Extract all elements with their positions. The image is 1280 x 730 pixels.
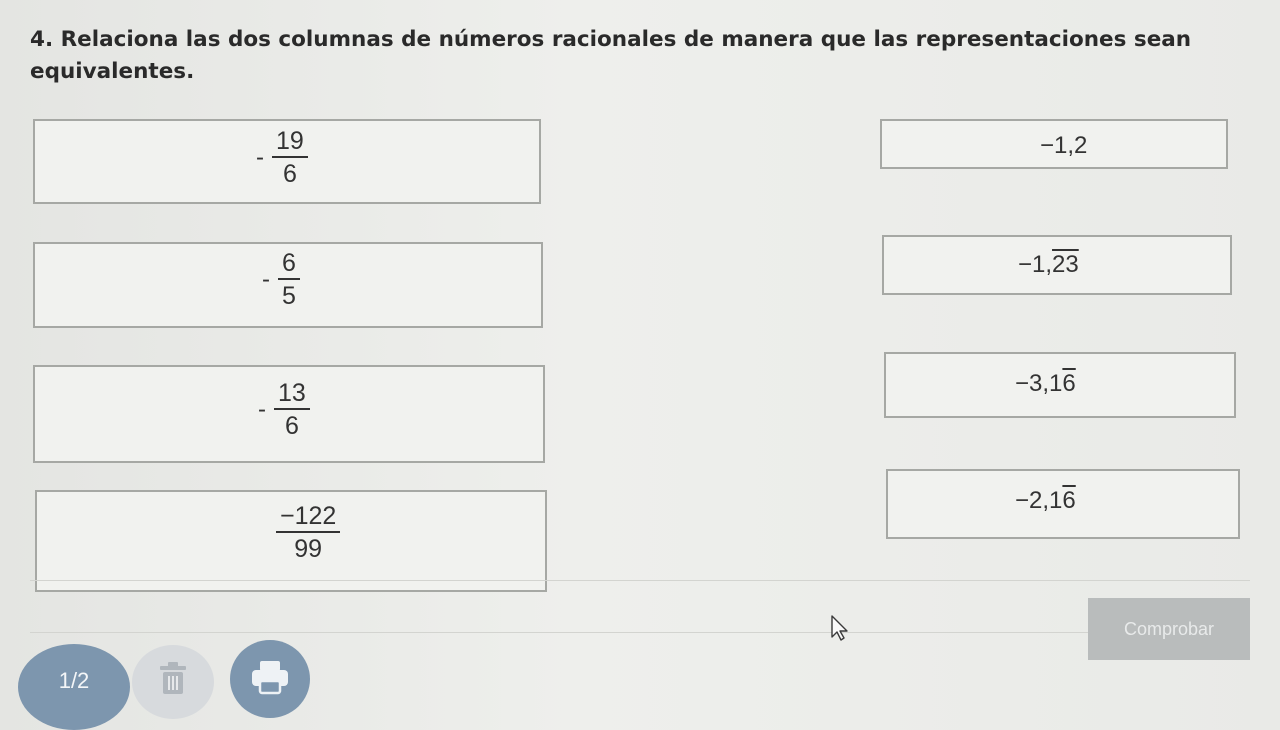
left-item-1-fraction: - 19 6 [256, 126, 308, 190]
fraction-numerator: 19 [276, 127, 304, 155]
fraction-denominator: 99 [294, 535, 323, 563]
left-item-4-fraction: −122 99 [268, 501, 341, 565]
exercise-instruction: 4. Relaciona las dos columnas de números… [30, 27, 1192, 84]
printer-icon [248, 657, 292, 702]
footer-divider [30, 632, 1250, 633]
decimal-period: 6 [1062, 370, 1076, 397]
fraction-numerator: −122 [280, 502, 337, 530]
decimal-period: 6 [1062, 487, 1076, 514]
trash-button[interactable] [132, 645, 214, 719]
fraction-sign: - [258, 396, 266, 423]
decimal-integer-part: −1,2 [1040, 132, 1088, 159]
right-item-1-decimal: −1,2 [1040, 132, 1087, 160]
page-indicator: 1/2 [18, 644, 130, 730]
decimal-integer-part: −2,1 [1015, 487, 1063, 514]
mouse-cursor-icon [830, 615, 850, 646]
trash-icon [156, 660, 190, 705]
left-item-2-fraction: - 6 5 [262, 248, 300, 312]
left-item-3-fraction: - 13 6 [258, 378, 310, 442]
right-item-2-decimal: −1,23 [1018, 251, 1079, 279]
fraction-sign: - [262, 266, 270, 293]
decimal-integer-part: −3,1 [1015, 370, 1063, 397]
fraction-denominator: 6 [284, 412, 299, 440]
footer-divider [30, 580, 1250, 581]
fraction-denominator: 5 [282, 282, 296, 310]
right-item-3-decimal: −3,16 [1015, 370, 1076, 398]
right-item-4-decimal: −2,16 [1015, 487, 1076, 515]
decimal-integer-part: −1, [1018, 251, 1053, 278]
fraction-denominator: 6 [282, 160, 297, 188]
check-button[interactable]: Comprobar [1088, 598, 1250, 660]
decimal-period: 23 [1052, 251, 1079, 278]
fraction-numerator: 6 [282, 249, 296, 277]
print-button[interactable] [230, 640, 310, 718]
fraction-sign: - [256, 144, 264, 171]
fraction-numerator: 13 [278, 379, 306, 407]
